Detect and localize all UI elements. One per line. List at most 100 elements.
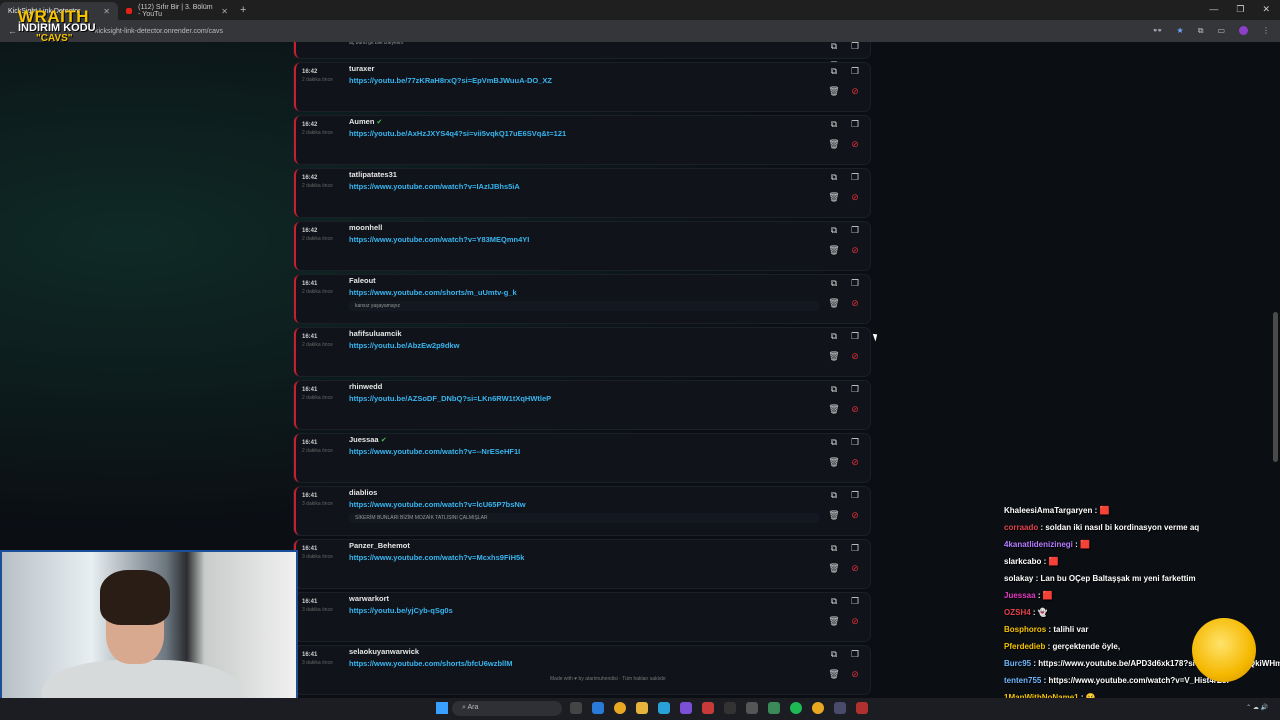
ban-icon[interactable]: ⊘ [848, 350, 862, 362]
open-external-icon[interactable]: ⧉ [827, 436, 841, 448]
minimize-icon[interactable]: — [1209, 4, 1218, 15]
app-icon[interactable] [746, 702, 758, 714]
open-external-icon[interactable]: ⧉ [827, 648, 841, 660]
entry-link[interactable]: https://youtu.be/77zKRaH8rxQ?si=EpVmBJWu… [349, 76, 552, 85]
ban-icon[interactable]: ⊘ [848, 297, 862, 309]
delete-icon[interactable]: 🗑 [827, 509, 841, 521]
delete-icon[interactable]: 🗑 [827, 350, 841, 362]
copy-icon[interactable]: ❐ [848, 65, 862, 77]
taskbar-apps [570, 702, 868, 714]
link-card: 16:41 3 dakika önce warwarkort https://yout… [294, 593, 870, 641]
copy-icon[interactable]: ❐ [848, 436, 862, 448]
star-icon[interactable]: ★ [1177, 26, 1184, 36]
open-external-icon[interactable]: ⧉ [827, 542, 841, 554]
system-tray[interactable]: ⌃ ☁ 🔊 [1246, 704, 1268, 711]
open-external-icon[interactable]: ⧉ [827, 171, 841, 183]
delete-icon[interactable]: 🗑 [827, 668, 841, 680]
copy-icon[interactable]: ❐ [848, 171, 862, 183]
open-external-icon[interactable]: ⧉ [827, 224, 841, 236]
ban-icon[interactable]: ⊘ [848, 138, 862, 150]
entry-link[interactable]: https://youtu.be/AZSoDF_DNbQ?si=LKn6RW1t… [349, 394, 551, 403]
copy-icon[interactable]: ❐ [848, 595, 862, 607]
app-icon[interactable] [702, 702, 714, 714]
ban-icon[interactable]: ⊘ [848, 668, 862, 680]
back-icon[interactable]: ← [8, 26, 17, 36]
delete-icon[interactable]: 🗑 [827, 138, 841, 150]
app-icon[interactable] [856, 702, 868, 714]
ban-icon[interactable]: ⊘ [848, 85, 862, 97]
ban-icon[interactable]: ⊘ [848, 244, 862, 256]
taskbar-search[interactable]: ⌕ Ara [452, 701, 562, 716]
entry-link[interactable]: https://www.youtube.com/watch?v=--NrESeH… [349, 447, 520, 456]
copy-icon[interactable]: ❐ [848, 277, 862, 289]
scrollbar-thumb[interactable] [1273, 312, 1278, 462]
ban-icon[interactable]: ⊘ [848, 509, 862, 521]
ban-icon[interactable]: ⊘ [848, 403, 862, 415]
spotify-icon[interactable] [790, 702, 802, 714]
open-external-icon[interactable]: ⧉ [827, 383, 841, 395]
copy-icon[interactable]: ❐ [848, 224, 862, 236]
entry-link[interactable]: https://youtu.be/yjCyb-qSg0s [349, 606, 453, 615]
copy-icon[interactable]: ❐ [848, 489, 862, 501]
delete-icon[interactable]: 🗑 [827, 562, 841, 574]
copy-icon[interactable]: ❐ [848, 648, 862, 660]
app-icon[interactable] [592, 702, 604, 714]
incognito-icon[interactable]: 👓 [1153, 26, 1163, 36]
chrome-icon[interactable] [812, 702, 824, 714]
ban-icon[interactable]: ⊘ [848, 562, 862, 574]
app-icon[interactable] [834, 702, 846, 714]
open-external-icon[interactable]: ⧉ [827, 118, 841, 130]
ban-icon[interactable]: ⊘ [848, 615, 862, 627]
entry-link[interactable]: https://www.youtube.com/watch?v=IAzIJBhs… [349, 182, 520, 191]
copy-icon[interactable]: ❐ [848, 383, 862, 395]
open-external-icon[interactable]: ⧉ [827, 65, 841, 77]
profile-avatar[interactable] [1239, 26, 1248, 35]
delete-icon[interactable]: 🗑 [827, 244, 841, 256]
open-external-icon[interactable]: ⧉ [827, 330, 841, 342]
new-tab-button[interactable]: + [240, 4, 246, 16]
entry-link[interactable]: https://www.youtube.com/watch?v=Mcxhs9Fi… [349, 553, 524, 562]
close-icon[interactable]: ✕ [103, 7, 110, 16]
copy-icon[interactable]: ❐ [848, 42, 862, 52]
delete-icon[interactable]: 🗑 [827, 191, 841, 203]
app-icon[interactable] [658, 702, 670, 714]
entry-link[interactable]: https://www.youtube.com/watch?v=Y83MEQmn… [349, 235, 529, 244]
windows-start-icon[interactable] [436, 702, 448, 714]
extensions-icon[interactable]: ⧉ [1198, 26, 1204, 36]
entry-link[interactable]: https://www.youtube.com/shorts/m_uUmtv-g… [349, 288, 517, 297]
delete-icon[interactable]: 🗑 [827, 615, 841, 627]
entry-link[interactable]: https://youtu.be/AbzEw2p9dkw [349, 341, 459, 350]
delete-icon[interactable]: 🗑 [827, 403, 841, 415]
open-external-icon[interactable]: ⧉ [827, 489, 841, 501]
copy-icon[interactable]: ❐ [848, 542, 862, 554]
tab-youtube[interactable]: (112) Sıfır Bir | 3. Bölüm - YouTu ✕ [118, 2, 236, 20]
menu-icon[interactable]: ⋮ [1262, 26, 1270, 36]
maximize-icon[interactable]: ❐ [1236, 4, 1244, 15]
chrome-icon[interactable] [614, 702, 626, 714]
open-external-icon[interactable]: ⧉ [827, 595, 841, 607]
entry-time: 16:41 [302, 440, 318, 446]
open-external-icon[interactable]: ⧉ [827, 277, 841, 289]
delete-icon[interactable]: 🗑 [827, 297, 841, 309]
app-icon[interactable] [768, 702, 780, 714]
ban-icon[interactable]: ⊘ [848, 456, 862, 468]
entry-link[interactable]: https://www.youtube.com/shorts/bfcU6wzbl… [349, 659, 512, 668]
entry-link[interactable]: https://www.youtube.com/watch?v=lcU65P7b… [349, 500, 526, 509]
url-field[interactable]: kicksight-link-detector.onrender.com/cav… [95, 28, 223, 35]
address-bar: ← kicksight-link-detector.onrender.com/c… [0, 20, 1280, 42]
delete-icon[interactable]: 🗑 [827, 85, 841, 97]
close-icon[interactable]: ✕ [221, 7, 228, 16]
app-icon[interactable] [680, 702, 692, 714]
close-window-icon[interactable]: ✕ [1262, 4, 1270, 15]
open-external-icon[interactable]: ⧉ [827, 42, 841, 52]
app-icon[interactable] [724, 702, 736, 714]
username-text: diablios [349, 488, 378, 497]
ban-icon[interactable]: ⊘ [848, 191, 862, 203]
folder-icon[interactable] [636, 702, 648, 714]
entry-link[interactable]: https://youtu.be/AxHzJXYS4q4?si=vii5vqkQ… [349, 129, 566, 138]
copy-icon[interactable]: ❐ [848, 118, 862, 130]
delete-icon[interactable]: 🗑 [827, 456, 841, 468]
app-icon[interactable] [570, 702, 582, 714]
copy-icon[interactable]: ❐ [848, 330, 862, 342]
sidebar-icon[interactable]: ▭ [1217, 26, 1225, 36]
